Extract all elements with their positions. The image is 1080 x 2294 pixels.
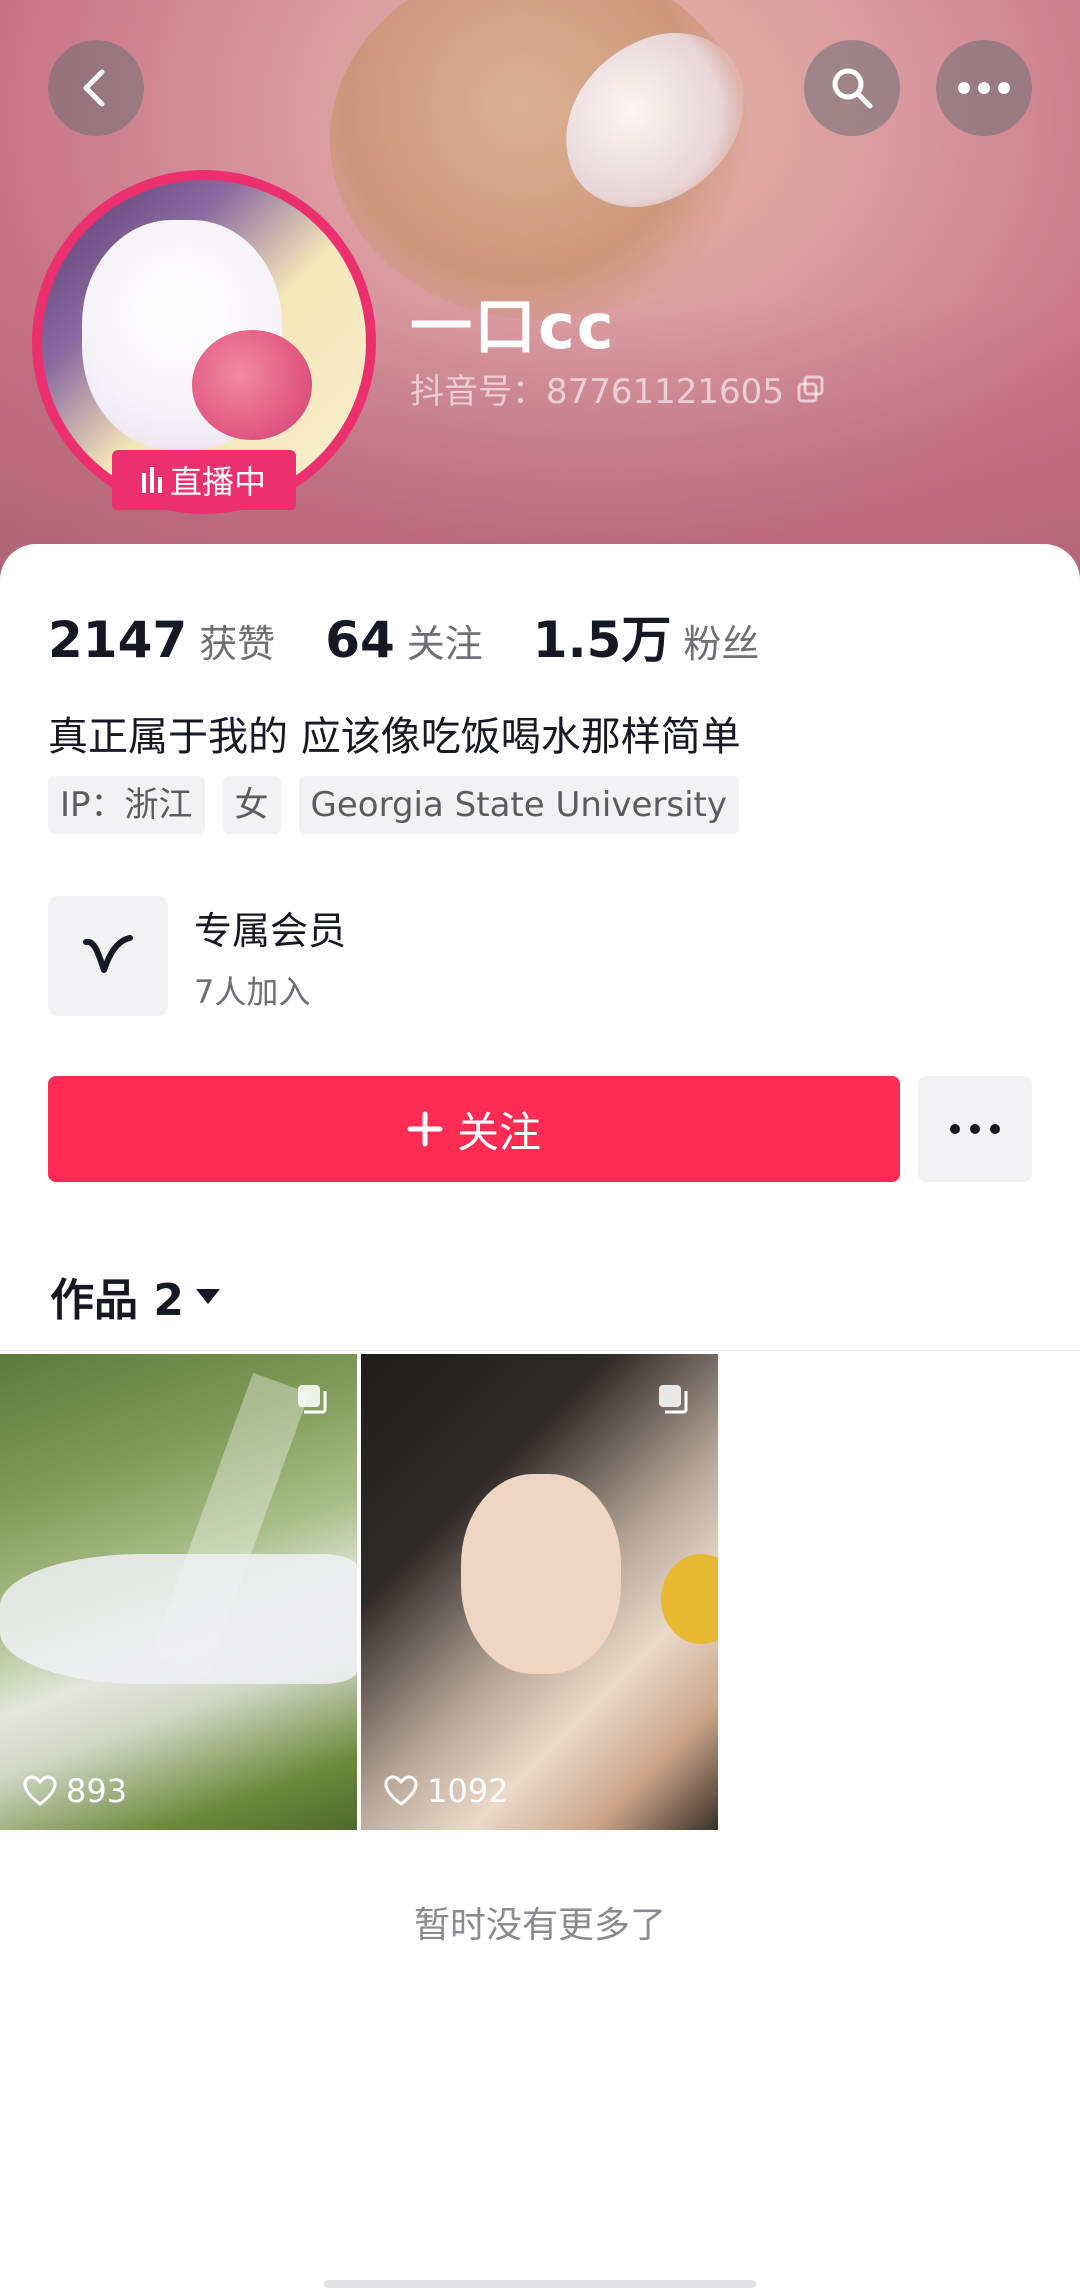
search-button[interactable]: [804, 40, 900, 136]
followers-count[interactable]: 1.5万: [533, 600, 672, 672]
followers-label[interactable]: 粉丝: [683, 613, 759, 668]
heart-icon: [384, 1775, 418, 1806]
work-likes-count: 893: [66, 1772, 128, 1810]
work-item[interactable]: 893: [0, 1354, 357, 1830]
plus-icon: [407, 1111, 443, 1147]
work-item[interactable]: 1092: [361, 1354, 718, 1830]
likes-count: 2147: [48, 611, 188, 669]
tag-school[interactable]: Georgia State University: [298, 776, 739, 834]
works-grid: 893 1092: [0, 1354, 718, 1830]
member-title: 专属会员: [194, 908, 347, 953]
copy-icon[interactable]: [796, 374, 826, 404]
multi-image-icon: [659, 1385, 688, 1414]
douyin-id-text: 抖音号：87761121605: [410, 372, 784, 412]
v-logo-icon: [83, 935, 133, 973]
work-likes-count: 1092: [427, 1772, 509, 1810]
live-label: 直播中: [169, 463, 266, 501]
end-of-list-text: 暂时没有更多了: [413, 1905, 666, 1946]
more-dots-icon: [950, 1124, 1000, 1134]
follow-button[interactable]: 关注: [48, 1076, 900, 1182]
caret-down-icon: [195, 1289, 220, 1304]
profile-bio: 真正属于我的 应该像吃饭喝水那样简单: [48, 714, 741, 760]
divider: [0, 1350, 1080, 1351]
tag-ip: IP：浙江: [48, 776, 205, 834]
multi-image-icon: [298, 1385, 327, 1414]
likes-label: 获赞: [199, 622, 276, 666]
member-icon: [48, 896, 168, 1016]
exclusive-member-entry[interactable]: 专属会员 7人加入: [48, 896, 346, 1016]
search-icon: [832, 68, 873, 109]
heart-icon: [23, 1775, 57, 1806]
work-likes: 893: [22, 1772, 127, 1810]
douyin-id: 抖音号：87761121605: [410, 364, 826, 413]
tab-works[interactable]: 作品 2: [50, 1264, 222, 1328]
tag-gender: 女: [222, 776, 281, 834]
more-dots-icon: [958, 82, 1010, 94]
profile-tags: IP：浙江 女 Georgia State University: [48, 776, 739, 834]
stats-row: 2147 获赞 64 关注 1.5万 粉丝: [48, 600, 809, 672]
home-indicator[interactable]: [324, 2280, 756, 2288]
following-count[interactable]: 64: [325, 611, 395, 669]
chevron-left-icon: [83, 69, 105, 107]
live-bars-icon: [141, 467, 162, 493]
follow-label: 关注: [456, 1107, 541, 1157]
work-likes: 1092: [383, 1772, 508, 1810]
more-options-button[interactable]: [936, 40, 1032, 136]
profile-nickname: 一口cc: [410, 290, 616, 363]
member-subtitle: 7人加入: [194, 972, 311, 1011]
following-label[interactable]: 关注: [407, 613, 483, 668]
back-button[interactable]: [48, 40, 144, 136]
live-badge[interactable]: 直播中: [112, 450, 296, 510]
works-tab-label: 作品 2: [50, 1275, 184, 1326]
follow-more-button[interactable]: [918, 1076, 1032, 1182]
